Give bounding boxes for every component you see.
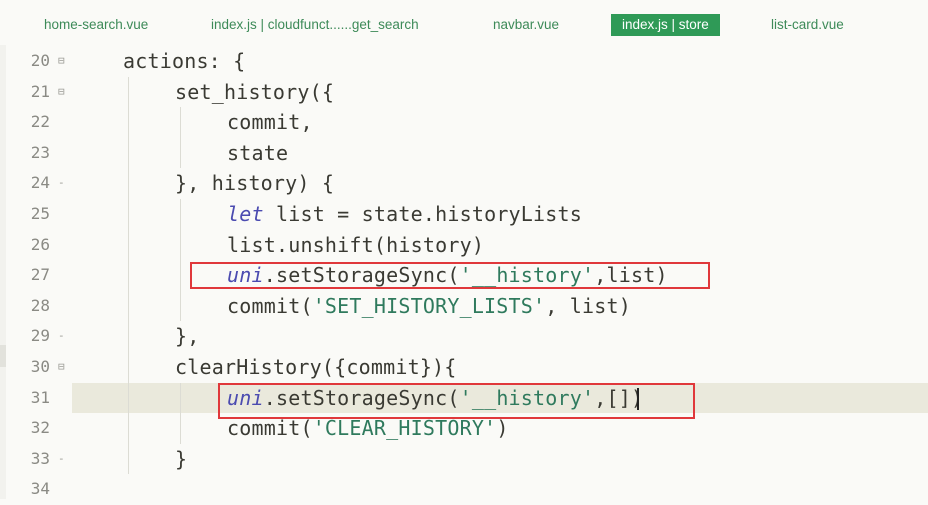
indent-guide: [180, 260, 181, 291]
fold-toggle-icon[interactable]: ⊟: [58, 77, 65, 108]
code-text: list.unshift(history): [227, 230, 484, 261]
fold-end-icon: -: [58, 451, 65, 465]
line-number: 23: [30, 142, 50, 162]
indent-guide: [180, 199, 181, 230]
code-line[interactable]: 28 commit('SET_HISTORY_LISTS', list): [0, 290, 928, 322]
code-line[interactable]: 20 ⊟ actions: {: [0, 46, 928, 77]
line-number: 21: [30, 81, 50, 101]
code-text: },: [175, 321, 199, 352]
code-token: , list): [545, 293, 631, 318]
fold-end-icon: -: [58, 176, 65, 190]
code-line[interactable]: 30 ⊟ clearHistory({commit}){: [0, 352, 928, 383]
code-text: set_history({: [175, 77, 334, 108]
code-line[interactable]: 23 state: [0, 137, 928, 169]
code-token: actions: {: [123, 49, 246, 73]
code-text: actions: {: [123, 46, 245, 77]
indent-guide: [128, 352, 129, 383]
indent-guide: [128, 443, 129, 475]
indent-guide: [128, 76, 129, 108]
tab-index-js-cloudfunctions[interactable]: index.js | cloudfunct......get_search: [211, 14, 419, 36]
line-number: 34: [30, 479, 50, 499]
annotation-box-line-27: [190, 262, 710, 289]
code-line[interactable]: 29-},: [0, 321, 928, 352]
code-text: commit('SET_HISTORY_LISTS', list): [227, 291, 631, 322]
line-number: 32: [30, 418, 50, 438]
code-line[interactable]: 25 let list = state.historyLists: [0, 199, 928, 230]
indent-guide: [180, 137, 181, 169]
code-token: commit(: [227, 416, 313, 441]
indent-guide: [128, 137, 129, 169]
indent-guide: [128, 199, 129, 230]
fold-toggle-icon[interactable]: ⊟: [58, 46, 65, 77]
code-text: state: [227, 138, 288, 169]
indent-guide: [180, 107, 181, 138]
line-number: 20: [30, 51, 50, 70]
tab-navbar-vue[interactable]: navbar.vue: [493, 14, 559, 36]
indent-guide: [128, 107, 129, 138]
indent-guide: [128, 321, 129, 352]
indent-guide: [128, 413, 129, 444]
indent-guide: [128, 229, 129, 261]
code-text: }, history) {: [175, 168, 334, 199]
code-text: commit,: [227, 107, 313, 138]
indent-guide: [180, 413, 181, 444]
indent-guide: [128, 382, 129, 414]
line-number: 29: [30, 326, 50, 346]
code-token: }: [175, 446, 188, 471]
fold-toggle-icon[interactable]: ⊟: [58, 352, 65, 383]
tab-home-search-vue[interactable]: home-search.vue: [44, 14, 148, 36]
line-number: 25: [30, 204, 50, 223]
code-token: set_history({: [175, 79, 335, 104]
indent-guide: [180, 229, 181, 261]
code-token: },: [175, 324, 200, 349]
code-line[interactable]: 34: [0, 474, 928, 505]
code-token: }, history) {: [175, 171, 335, 196]
code-token: commit(: [227, 293, 313, 318]
string-token: 'SET_HISTORY_LISTS': [312, 293, 546, 318]
code-token: commit,: [227, 110, 313, 135]
line-number: 30: [30, 357, 50, 376]
code-line[interactable]: 33-}: [0, 443, 928, 475]
line-number: 28: [30, 295, 50, 315]
tab-list-card-vue[interactable]: list-card.vue: [771, 14, 844, 36]
code-token: list.unshift(history): [227, 232, 485, 257]
line-number: 26: [30, 234, 50, 254]
line-number: 22: [30, 112, 50, 132]
line-number: 31: [30, 387, 50, 407]
string-token: 'CLEAR_HISTORY': [312, 416, 497, 441]
tab-index-js-store[interactable]: index.js | store: [611, 14, 720, 36]
line-number: 33: [30, 448, 50, 468]
keyword-token: let: [227, 202, 264, 226]
fold-end-icon: -: [58, 329, 65, 343]
code-line[interactable]: 22 commit,: [0, 107, 928, 138]
code-text: }: [175, 444, 187, 475]
code-token: ): [496, 416, 509, 441]
text-cursor: [637, 388, 639, 410]
code-line[interactable]: 21 ⊟ set_history({: [0, 76, 928, 108]
line-number: 27: [30, 265, 50, 285]
code-token: clearHistory({commit}){: [175, 355, 457, 379]
indent-guide: [128, 168, 129, 199]
code-token: state: [227, 140, 289, 165]
indent-guide: [180, 290, 181, 322]
annotation-box-line-31: [218, 383, 695, 419]
code-text: let list = state.historyLists: [227, 199, 582, 230]
indent-guide: [128, 260, 129, 291]
indent-guide: [128, 290, 129, 322]
code-line[interactable]: 26 list.unshift(history): [0, 229, 928, 261]
indent-guide: [180, 382, 181, 414]
code-line[interactable]: 24- }, history) {: [0, 168, 928, 199]
tab-bar: home-search.vue index.js | cloudfunct...…: [0, 0, 928, 45]
code-text: clearHistory({commit}){: [175, 352, 457, 383]
code-token: list = state.historyLists: [263, 202, 583, 226]
line-number: 24: [30, 173, 50, 193]
